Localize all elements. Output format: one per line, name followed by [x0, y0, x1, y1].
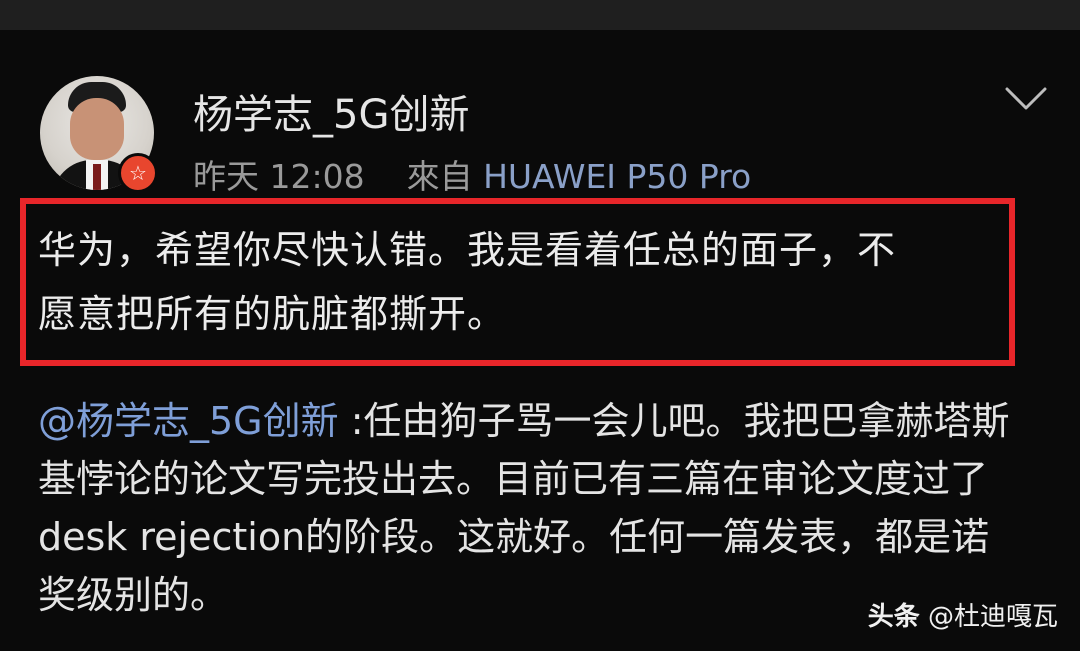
avatar-tie — [93, 164, 101, 190]
reply-text: @杨学志_5G创新 :任由狗子骂一会儿吧。我把巴拿赫塔斯基悖论的论文写完投出去。… — [38, 392, 1023, 624]
watermark-brand: 头条 — [867, 602, 920, 632]
watermark: 头条 @杜迪嘎瓦 — [868, 596, 1058, 633]
post-time: 昨天 12:08 — [193, 157, 365, 196]
watermark-handle: @杜迪嘎瓦 — [927, 602, 1058, 632]
source-prefix: 來自 — [406, 157, 473, 196]
top-bar — [0, 0, 1080, 30]
author-name[interactable]: 杨学志_5G创新 — [193, 82, 469, 140]
post-meta: 昨天 12:08 來自 HUAWEI P50 Pro — [193, 150, 751, 198]
verified-badge-icon: ☆ — [118, 153, 158, 193]
chevron-down-icon[interactable] — [1004, 86, 1048, 112]
reply-mention[interactable]: @杨学志_5G创新 — [38, 399, 339, 443]
avatar-face — [70, 98, 124, 160]
source-device[interactable]: HUAWEI P50 Pro — [483, 157, 751, 196]
weibo-post-screen: ☆ 杨学志_5G创新 昨天 12:08 來自 HUAWEI P50 Pro 华为… — [0, 0, 1080, 651]
red-highlight-box — [20, 198, 1015, 366]
